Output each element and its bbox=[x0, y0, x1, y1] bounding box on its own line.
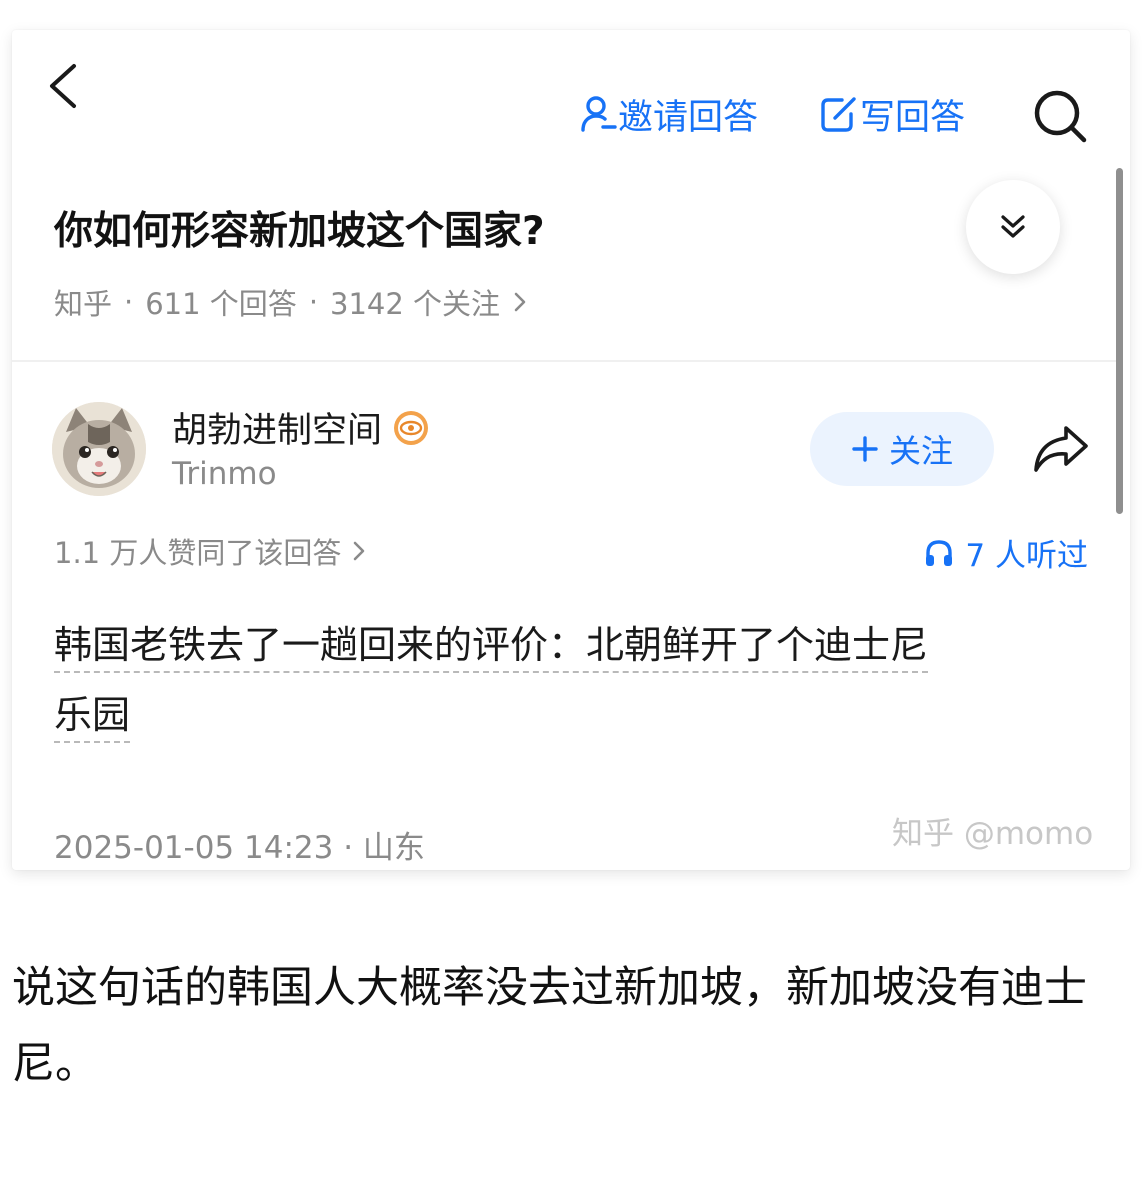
question-meta[interactable]: 知乎 · 611 个回答 · 3142 个关注 bbox=[54, 281, 528, 323]
expand-button[interactable] bbox=[966, 180, 1060, 274]
answer-timestamp: 2025-01-05 14:23 · 山东 bbox=[54, 830, 425, 866]
share-button[interactable] bbox=[1030, 420, 1092, 478]
chevron-right-icon bbox=[354, 541, 365, 561]
answer-content-line: 韩国老铁去了一趟回来的评价：北朝鲜开了个迪士尼 bbox=[54, 623, 929, 673]
caption-text: 说这句话的韩国人大概率没去过新加坡，新加坡没有迪士尼。 bbox=[12, 963, 1087, 1089]
follow-button[interactable]: 关注 bbox=[810, 412, 994, 486]
chevron-left-icon bbox=[50, 64, 76, 108]
author-name-row[interactable]: 胡勃进制空间 bbox=[172, 402, 430, 453]
write-answer-button[interactable]: 写回答 bbox=[818, 86, 965, 142]
answer-content[interactable]: 韩国老铁去了一趟回来的评价：北朝鲜开了个迪士尼 乐园 bbox=[54, 610, 1054, 750]
person-add-icon bbox=[581, 96, 617, 132]
invite-answer-button[interactable]: 邀请回答 bbox=[578, 86, 758, 142]
divider bbox=[12, 360, 1118, 362]
watermark: 知乎 @momo bbox=[892, 816, 1094, 852]
meta-separator: · bbox=[124, 285, 134, 319]
likes-count: 1.1 万人赞同了该回答 bbox=[54, 536, 342, 570]
listen-button[interactable]: 7 人听过 bbox=[923, 530, 1088, 575]
likes-summary[interactable]: 1.1 万人赞同了该回答 bbox=[54, 530, 367, 572]
write-answer-label: 写回答 bbox=[860, 97, 966, 138]
share-icon bbox=[1034, 426, 1088, 472]
question-title[interactable]: 你如何形容新加坡这个国家? bbox=[54, 200, 545, 256]
avatar[interactable] bbox=[52, 402, 146, 496]
search-icon bbox=[1034, 90, 1087, 143]
answer-count: 611 个回答 bbox=[145, 287, 297, 321]
scrollbar[interactable] bbox=[1116, 168, 1123, 514]
plus-icon bbox=[852, 436, 878, 462]
back-button[interactable] bbox=[40, 58, 84, 114]
author-handle: Trinmo bbox=[172, 456, 277, 492]
double-chevron-down-icon bbox=[1001, 215, 1025, 238]
eye-badge-icon bbox=[394, 410, 429, 445]
follow-label: 关注 bbox=[888, 432, 953, 470]
meta-separator: · bbox=[308, 285, 319, 319]
question-source: 知乎 bbox=[54, 287, 113, 321]
follower-count: 3142 个关注 bbox=[330, 287, 501, 321]
chevron-right-icon bbox=[514, 292, 526, 312]
search-button[interactable] bbox=[1028, 84, 1092, 148]
answer-content-line: 乐园 bbox=[54, 693, 131, 743]
edit-icon bbox=[821, 97, 856, 132]
author-name: 胡勃进制空间 bbox=[172, 411, 383, 451]
listen-count: 7 人听过 bbox=[965, 538, 1088, 574]
cat-avatar-image bbox=[52, 402, 146, 496]
invite-answer-label: 邀请回答 bbox=[618, 97, 759, 138]
headphones-icon bbox=[926, 539, 953, 566]
